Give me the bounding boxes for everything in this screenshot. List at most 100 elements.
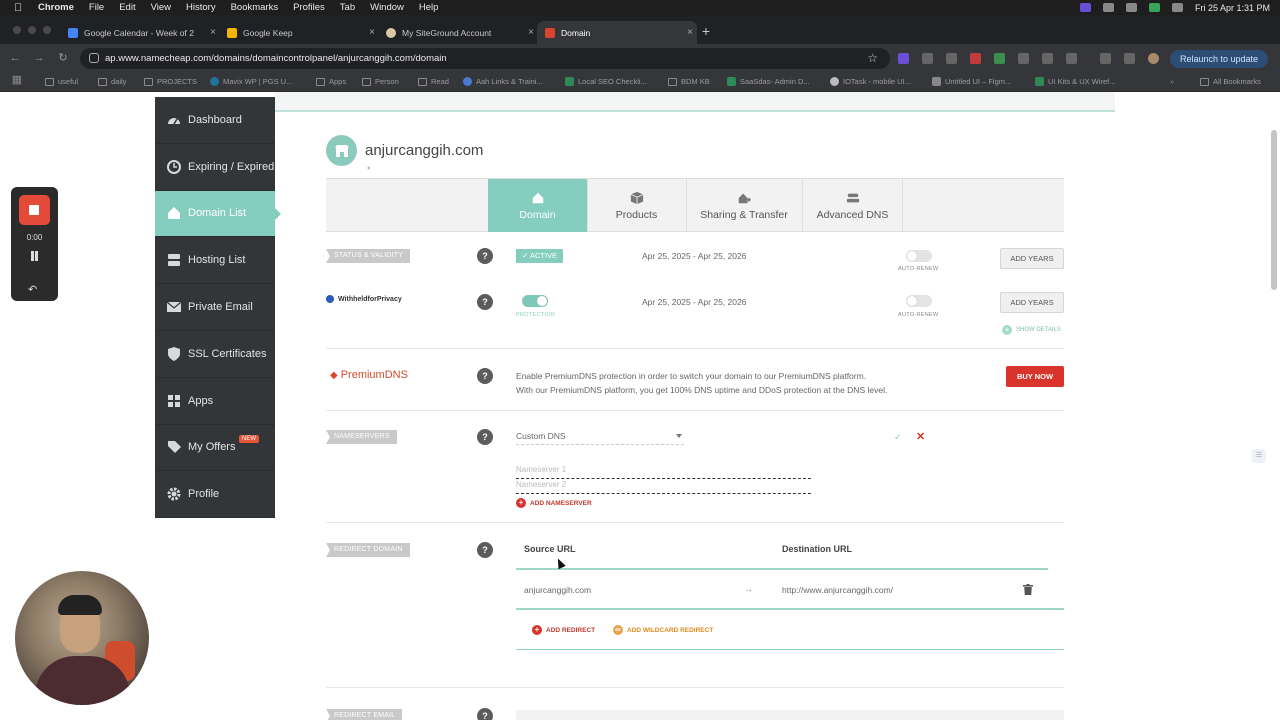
add-redirect-link[interactable]: + ADD REDIRECT [532, 625, 595, 635]
sidebar-item-profile[interactable]: Profile [155, 471, 275, 519]
extension-pen-icon[interactable] [922, 53, 933, 64]
bookmark-folder[interactable]: Apps [316, 77, 346, 86]
forward-icon[interactable]: → [32, 51, 46, 65]
add-nameserver-link[interactable]: + ADD NAMESERVER [516, 498, 592, 508]
tab-siteground[interactable]: My SiteGround Account × [378, 21, 538, 44]
nameserver-1-input[interactable]: Nameserver 1 [516, 465, 811, 479]
help-icon[interactable]: ? [477, 708, 493, 720]
privacy-autorenew-toggle[interactable] [906, 295, 932, 307]
window-close-button[interactable] [13, 26, 21, 34]
reload-icon[interactable]: ↻ [56, 51, 70, 65]
close-tab-icon[interactable]: × [683, 27, 697, 38]
new-tab-button[interactable]: + [698, 23, 714, 39]
pause-icon[interactable] [29, 251, 40, 261]
menu-app-name[interactable]: Chrome [38, 2, 74, 13]
bookmarks-overflow-icon[interactable]: » [1170, 77, 1174, 86]
redirect-source[interactable]: anjurcanggih.com [524, 585, 591, 595]
close-tab-icon[interactable]: × [206, 27, 220, 38]
download-icon[interactable] [1100, 53, 1111, 64]
page-scrollbar[interactable] [1271, 130, 1277, 290]
bookmark-link[interactable]: Aah Links & Traini... [463, 77, 543, 86]
sidebar-item-ssl[interactable]: SSL Certificates [155, 330, 275, 378]
bookmark-folder[interactable]: PROJECTS [144, 77, 197, 86]
bookmark-folder[interactable]: daily [98, 77, 126, 86]
bookmark-star-icon[interactable]: ☆ [867, 51, 878, 65]
tab-sharing-transfer[interactable]: Sharing & Transfer [686, 179, 803, 232]
menu-file[interactable]: File [89, 2, 104, 13]
bookmark-link[interactable]: SaaSdas- Admin D... [727, 77, 810, 86]
window-zoom-button[interactable] [43, 26, 51, 34]
menu-help[interactable]: Help [419, 2, 439, 13]
cancel-x-icon[interactable]: ✕ [916, 430, 925, 443]
nameserver-2-input[interactable]: Nameserver 2 [516, 480, 811, 494]
add-years-button[interactable]: ADD YEARS [1000, 248, 1064, 269]
sidebar-item-my-offers[interactable]: My Offers NEW [155, 424, 275, 472]
close-tab-icon[interactable]: × [365, 27, 379, 38]
tab-products[interactable]: Products [587, 179, 687, 232]
confirm-check-icon[interactable]: ✓ [894, 432, 902, 443]
relaunch-button[interactable]: Relaunch to update [1170, 50, 1268, 68]
close-tab-icon[interactable]: × [524, 27, 538, 38]
sidebar-item-private-email[interactable]: Private Email [155, 284, 275, 331]
autorenew-toggle[interactable] [906, 250, 932, 262]
address-bar[interactable]: ap.www.namecheap.com/domains/domaincontr… [80, 48, 890, 69]
delete-trash-icon[interactable] [1023, 584, 1033, 595]
all-bookmarks[interactable]: All Bookmarks [1200, 77, 1261, 86]
sidepanel-icon[interactable] [1124, 53, 1135, 64]
vpn-icon[interactable] [1148, 3, 1160, 12]
bookmark-link[interactable]: Mavix WP | PGS U... [210, 77, 292, 86]
menu-view[interactable]: View [151, 2, 171, 13]
add-years-button[interactable]: ADD YEARS [1000, 292, 1064, 313]
menu-bookmarks[interactable]: Bookmarks [231, 2, 279, 13]
bookmark-link[interactable]: Untitled UI – Figm... [932, 77, 1011, 86]
extension-grid-icon[interactable] [946, 53, 957, 64]
tab-domain[interactable]: Domain × [537, 21, 697, 44]
redirect-email-field[interactable] [516, 710, 1064, 720]
screen-record-icon[interactable] [1079, 3, 1091, 12]
show-details-link[interactable]: + SHOW DETAILS [1002, 325, 1061, 335]
menu-edit[interactable]: Edit [119, 2, 135, 13]
apple-icon[interactable]:  [14, 2, 26, 14]
menubar-clock[interactable]: Fri 25 Apr 1:31 PM [1195, 3, 1270, 13]
menu-profiles[interactable]: Profiles [293, 2, 325, 13]
site-info-icon[interactable] [89, 53, 99, 63]
bookmark-folder[interactable]: BDM KB [668, 77, 710, 86]
tab-domain-settings[interactable]: Domain [488, 179, 588, 232]
sidebar-item-domain-list[interactable]: Domain List [155, 190, 281, 238]
profile-avatar-icon[interactable] [1148, 53, 1159, 64]
extension-badge-icon[interactable] [970, 53, 981, 64]
help-icon[interactable]: ? [477, 248, 493, 264]
add-wildcard-redirect-link[interactable]: ∞ ADD WILDCARD REDIRECT [613, 625, 713, 635]
help-icon[interactable]: ? [477, 368, 493, 384]
tab-advanced-dns[interactable]: Advanced DNS [803, 179, 903, 232]
volume-icon[interactable] [1125, 3, 1137, 12]
bookmark-link[interactable]: Local SEO Checkli... [565, 77, 647, 86]
bookmark-folder[interactable]: useful [45, 77, 78, 86]
apps-grid-icon[interactable]: ▦ [10, 73, 24, 87]
back-icon[interactable]: ← [8, 51, 22, 65]
sidebar-item-expiring[interactable]: Expiring / Expired [155, 143, 275, 191]
bookmark-link[interactable]: UI Kits & UX Wiref... [1035, 77, 1116, 86]
tab-google-keep[interactable]: Google Keep × [219, 21, 379, 44]
nameserver-type-select[interactable]: Custom DNS [516, 431, 684, 445]
protection-toggle[interactable] [522, 295, 548, 307]
window-minimize-button[interactable] [28, 26, 36, 34]
settings-status-icon[interactable] [1102, 3, 1114, 12]
stop-recording-button[interactable] [19, 195, 50, 225]
menu-history[interactable]: History [186, 2, 216, 13]
extension-green-icon[interactable] [994, 53, 1005, 64]
sidebar-item-hosting-list[interactable]: Hosting List [155, 237, 275, 285]
extension-camera-icon[interactable] [1042, 53, 1053, 64]
extension-d-icon[interactable] [898, 53, 909, 64]
buy-now-button[interactable]: BUY NOW [1006, 366, 1064, 387]
tab-google-calendar[interactable]: Google Calendar - Week of 2 × [60, 21, 220, 44]
help-icon[interactable]: ? [477, 542, 493, 558]
extensions-puzzle-icon[interactable] [1066, 53, 1077, 64]
redirect-destination[interactable]: http://www.anjurcanggih.com/ [782, 585, 893, 595]
help-icon[interactable]: ? [477, 294, 493, 310]
restart-icon[interactable]: ↶ [28, 283, 37, 296]
bookmark-folder[interactable]: Person [362, 77, 399, 86]
bookmark-link[interactable]: IOTask - mobile UI... [830, 77, 911, 86]
sidebar-item-dashboard[interactable]: Dashboard [155, 97, 275, 144]
wifi-icon[interactable] [1171, 3, 1183, 12]
